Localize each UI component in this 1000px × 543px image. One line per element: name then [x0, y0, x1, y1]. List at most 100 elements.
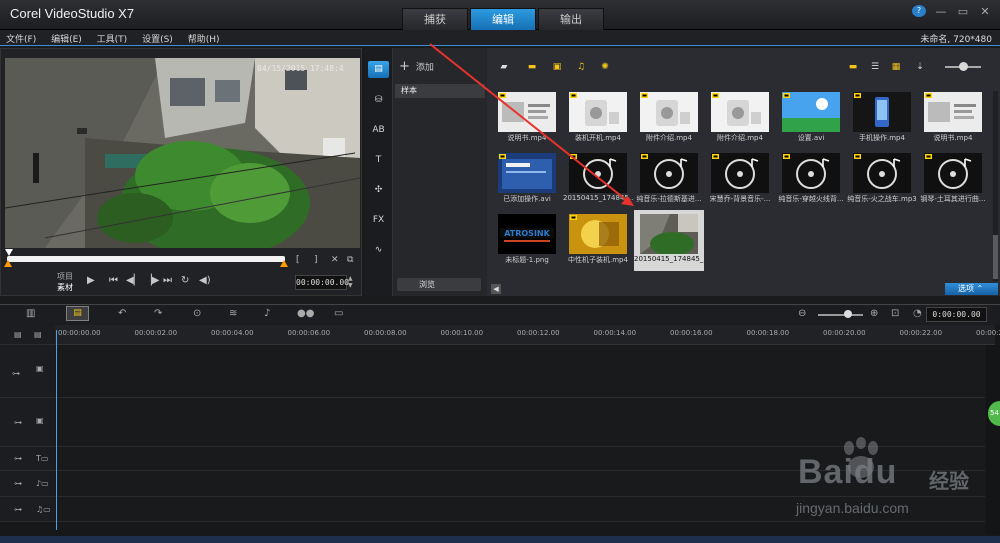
media-item[interactable]: 纯音乐-拉德斯基进...: [634, 149, 704, 210]
media-item[interactable]: 说明书.mp4: [918, 88, 988, 149]
tab-capture[interactable]: 捕获: [402, 8, 468, 30]
preview-timecode[interactable]: 00:00:00.00: [295, 275, 349, 290]
end-icon[interactable]: ⏭: [163, 275, 172, 286]
help-icon[interactable]: ?: [912, 5, 926, 17]
media-item[interactable]: 纯音乐-穿越火线背...: [776, 149, 846, 210]
menu-tools[interactable]: 工具(T): [91, 30, 134, 45]
motion-tracking-icon[interactable]: ●●: [297, 308, 314, 319]
media-thumbnail: [853, 92, 911, 132]
transition-icon[interactable]: AB: [368, 122, 389, 139]
timeline-zoom-slider[interactable]: [818, 310, 863, 318]
repeat-icon[interactable]: ↻: [181, 275, 189, 286]
collapse-icon[interactable]: ◀: [491, 284, 501, 294]
menu-help[interactable]: 帮助(H): [182, 30, 226, 45]
mark-out-marker[interactable]: [280, 260, 288, 267]
list-view-icon[interactable]: ☰: [867, 60, 883, 74]
media-scroll-thumb[interactable]: [993, 235, 998, 279]
ruler-tick: 00:00:22.00: [899, 329, 943, 337]
graphic-icon[interactable]: ✣: [368, 182, 389, 199]
video-track[interactable]: [55, 345, 985, 398]
media-item[interactable]: 手机操作.mp4: [847, 88, 917, 149]
baidu-watermark: Baidu 经验 jingyan.baidu.com: [790, 437, 980, 519]
track-manager-icon[interactable]: ▤: [14, 330, 22, 339]
volume-icon[interactable]: ◀): [199, 275, 211, 286]
overlay-track-toggle-icon[interactable]: ⊶: [14, 418, 22, 427]
restore-button[interactable]: ▭: [956, 5, 970, 18]
tab-share[interactable]: 输出: [538, 8, 604, 30]
zoom-out-icon[interactable]: ⊖: [798, 308, 806, 319]
media-item[interactable]: 宋慧乔-背景音乐-...: [705, 149, 775, 210]
browse-button[interactable]: 浏览: [397, 278, 481, 291]
path-icon[interactable]: ∿: [368, 242, 389, 259]
play-icon[interactable]: ▶: [87, 275, 95, 286]
sound-mixer-icon[interactable]: ≋: [229, 308, 237, 319]
instant-project-icon[interactable]: ⛁: [368, 92, 389, 109]
timecode-spinner[interactable]: ▲ ▼: [348, 275, 353, 289]
scrubber-handle[interactable]: [5, 249, 13, 256]
zoom-knob[interactable]: [844, 310, 852, 318]
split-clip-icon[interactable]: ✕: [331, 255, 339, 265]
thumbnail-size-slider[interactable]: [945, 62, 981, 71]
media-item[interactable]: ATROSINK 未标题-1.png: [492, 210, 562, 271]
media-item[interactable]: 设置.avi: [776, 88, 846, 149]
minimize-button[interactable]: —: [934, 5, 948, 18]
timeline-timecode[interactable]: 0:00:00.00: [926, 307, 987, 322]
menu-settings[interactable]: 设置(S): [136, 30, 179, 45]
ruler-tick: 00:00:20.00: [823, 329, 866, 337]
mark-in-button[interactable]: [: [296, 255, 300, 265]
media-icon[interactable]: ▤: [368, 61, 389, 78]
timeline-scrollbar[interactable]: [986, 345, 1000, 535]
title-bar: Corel VideoStudio X7 捕获 编辑 输出 ? — ▭ ✕: [0, 0, 1000, 30]
add-chapter-icon[interactable]: ▤: [34, 330, 42, 339]
tab-edit[interactable]: 编辑: [470, 8, 536, 30]
filter-icon[interactable]: FX: [368, 212, 389, 229]
video-track-toggle-icon[interactable]: ⊶: [12, 369, 20, 378]
video-frame: [5, 58, 360, 248]
enlarge-preview-icon[interactable]: ⧉: [347, 255, 353, 265]
time-ruler[interactable]: 00:00:00.00 00:00:02.00 00:00:04.00 00:00:0…: [55, 325, 1000, 345]
scrubber-bar[interactable]: [7, 256, 285, 262]
menu-file[interactable]: 文件(F): [0, 30, 42, 45]
mark-in-marker[interactable]: [4, 260, 12, 267]
clip-mode-label[interactable]: 素材: [57, 282, 73, 293]
project-mode-label[interactable]: 项目: [57, 271, 73, 282]
media-item-label: 宋慧乔-背景音乐-...: [709, 195, 771, 203]
close-button[interactable]: ✕: [978, 5, 992, 18]
media-item[interactable]: 中性机子装机.mp4: [563, 210, 633, 271]
menu-edit[interactable]: 编辑(E): [45, 30, 88, 45]
home-icon[interactable]: ⏮: [109, 275, 118, 286]
previous-frame-icon[interactable]: ◀▏: [126, 275, 141, 286]
fit-project-icon[interactable]: ⊡: [891, 308, 899, 319]
grid-view-icon[interactable]: ▦: [888, 60, 904, 74]
undo-icon[interactable]: ↶: [118, 308, 126, 319]
play-mode[interactable]: 项目 素材: [57, 271, 73, 293]
media-item[interactable]: 20150415_174845_1...: [634, 210, 704, 271]
media-scrollbar[interactable]: [993, 91, 998, 281]
ruler-tick: 00:00:24: [976, 329, 1000, 337]
redo-icon[interactable]: ↷: [154, 308, 162, 319]
record-capture-icon[interactable]: ⊙: [193, 308, 201, 319]
thumbnail-view-icon[interactable]: ▬: [845, 60, 861, 74]
next-frame-icon[interactable]: ▕▶: [144, 275, 159, 286]
media-item[interactable]: 附件介绍.mp4: [634, 88, 704, 149]
media-thumbnail: [853, 153, 911, 193]
music-track-toggle-icon[interactable]: ⊶: [14, 505, 22, 514]
playhead[interactable]: [56, 330, 57, 530]
title-track-header: ⊶ T▭: [0, 447, 55, 471]
subtitle-editor-icon[interactable]: ▭: [334, 308, 343, 319]
media-item[interactable]: 附件介绍.mp4: [705, 88, 775, 149]
timeline-view-icon[interactable]: ▤: [66, 306, 89, 321]
project-duration-icon[interactable]: ◔: [913, 308, 922, 319]
voice-track-toggle-icon[interactable]: ⊶: [14, 479, 22, 488]
title-icon[interactable]: T: [368, 152, 389, 169]
mark-out-button[interactable]: ]: [314, 255, 318, 265]
auto-music-icon[interactable]: ♪: [264, 308, 270, 319]
sort-icon[interactable]: ⇣: [912, 60, 928, 74]
slider-knob[interactable]: [959, 62, 968, 71]
media-item[interactable]: 钢琴-土耳其进行曲...: [918, 149, 988, 210]
zoom-in-icon[interactable]: ⊕: [870, 308, 878, 319]
media-item[interactable]: 纯音乐-火之战车.mp3: [847, 149, 917, 210]
storyboard-view-icon[interactable]: ▥: [26, 308, 35, 319]
title-track-toggle-icon[interactable]: ⊶: [14, 454, 22, 463]
options-button[interactable]: 选项 ⌃: [945, 283, 998, 295]
